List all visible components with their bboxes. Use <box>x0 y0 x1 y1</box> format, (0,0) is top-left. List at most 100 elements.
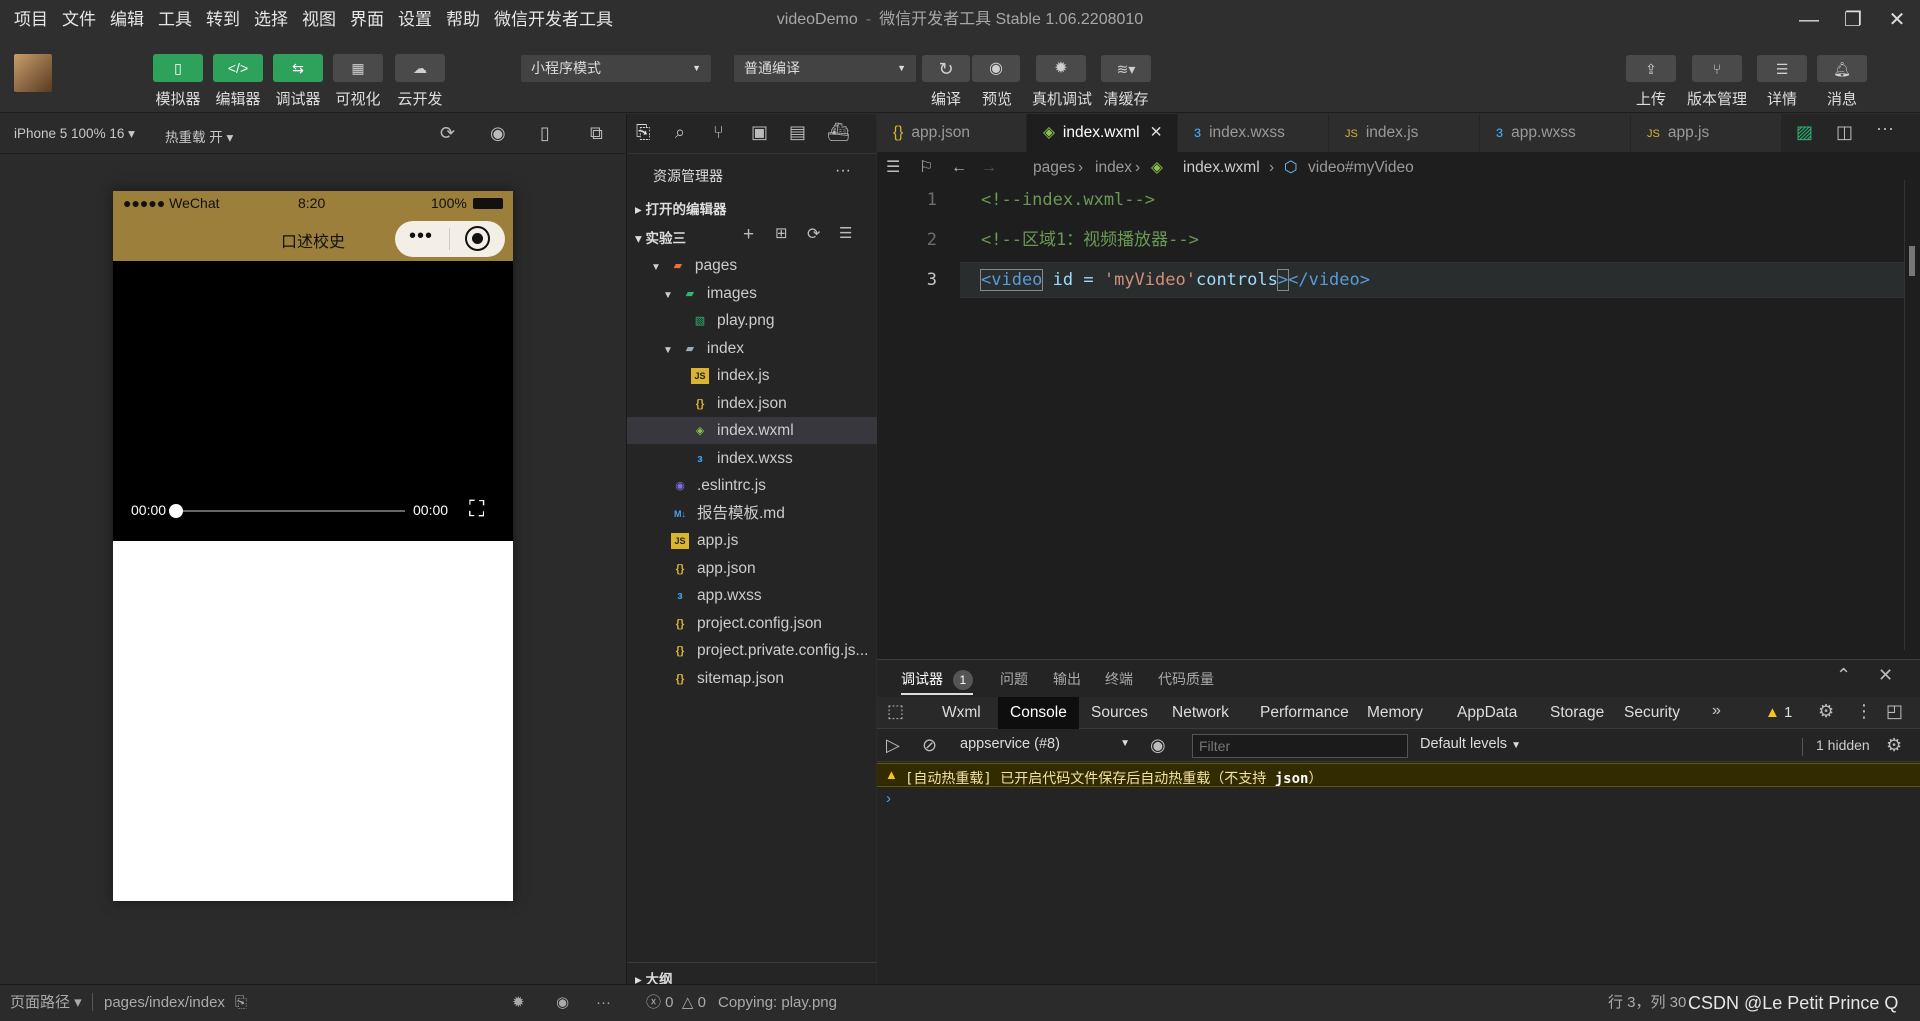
devtab-appdata[interactable]: AppData <box>1445 697 1529 729</box>
close-panel-icon[interactable]: ✕ <box>1878 665 1893 686</box>
panel-tab-code-quality[interactable]: 代码质量 <box>1158 669 1214 689</box>
devtab-console[interactable]: Console <box>998 697 1079 729</box>
devtab-memory[interactable]: Memory <box>1355 697 1435 729</box>
refresh-icon[interactable]: ⟳ <box>440 123 455 144</box>
tree-file-project-private-config[interactable]: {} project.private.config.js... <box>627 637 877 664</box>
panel-tab-output[interactable]: 输出 <box>1053 669 1081 689</box>
open-editors-section[interactable]: ▸ 打开的编辑器 <box>635 198 727 218</box>
code-line-1[interactable]: <!--index.wxml--> <box>981 180 1155 220</box>
tree-file-index-wxss[interactable]: ɜ index.wxss <box>627 445 877 472</box>
context-select[interactable]: appservice (#8) ▼ <box>960 736 1130 752</box>
back-icon[interactable]: ← <box>951 152 967 184</box>
refresh-explorer-icon[interactable]: ⟳ <box>807 224 820 244</box>
messages-button[interactable]: 🔔︎ <box>1817 55 1867 82</box>
tree-file-index-json[interactable]: {} index.json <box>627 390 877 417</box>
menu-item[interactable]: 视图 <box>302 0 336 40</box>
scrollbar-thumb[interactable] <box>1909 246 1915 276</box>
clear-cache-button[interactable]: ≋▾ <box>1101 55 1151 82</box>
mode-select[interactable]: 小程序模式 ▼ <box>521 55 711 82</box>
panel-tab-debugger[interactable]: 调试器 1 <box>901 669 973 690</box>
eye-icon[interactable]: ◉ <box>556 985 569 1021</box>
devtab-sources[interactable]: Sources <box>1079 697 1160 729</box>
tab-app-js[interactable]: JS app.js <box>1631 114 1782 152</box>
more-tabs-icon[interactable]: » <box>1712 702 1721 720</box>
tree-file-sitemap[interactable]: {} sitemap.json <box>627 665 877 692</box>
video-progress-thumb[interactable] <box>169 504 183 518</box>
sidebar-toggle-icon[interactable]: ▷ <box>886 735 900 756</box>
panel-icon[interactable]: ▤ <box>789 122 806 143</box>
panel-tab-terminal[interactable]: 终端 <box>1105 669 1133 689</box>
tree-folder-index[interactable]: ▼ ▰ index <box>627 335 877 362</box>
avatar[interactable] <box>14 54 52 92</box>
eye-icon[interactable]: ◉ <box>1150 735 1166 756</box>
tab-index-js[interactable]: JS index.js <box>1329 114 1480 152</box>
git-icon[interactable]: ⑂ <box>713 122 724 143</box>
stop-icon[interactable]: ◉ <box>490 123 506 144</box>
tree-file-app-js[interactable]: JS app.js <box>627 527 877 554</box>
new-folder-icon[interactable]: ⊞ <box>775 224 788 242</box>
menu-item[interactable]: 工具 <box>158 0 192 40</box>
compile-button[interactable]: ↻ <box>922 55 970 82</box>
debugger-button[interactable]: ⇆ <box>273 54 323 82</box>
tree-file-app-json[interactable]: {} app.json <box>627 555 877 582</box>
breadcrumb-item[interactable]: index.wxml <box>1183 152 1260 184</box>
close-window-icon[interactable]: ✕ <box>1874 0 1920 40</box>
hotreload-toggle[interactable]: 热重载 开 ▾ <box>165 126 233 146</box>
new-file-icon[interactable]: + <box>743 224 754 246</box>
inspect-icon[interactable]: ⬚ <box>887 701 904 722</box>
tree-file-app-wxss[interactable]: ɜ app.wxss <box>627 582 877 609</box>
clear-console-icon[interactable]: ⊘ <box>922 735 937 756</box>
page-path[interactable]: pages/index/index <box>104 985 225 1021</box>
cloud-button[interactable]: ☁ <box>395 54 445 82</box>
menu-item[interactable]: 设置 <box>398 0 432 40</box>
files-icon[interactable]: ⎘ <box>636 122 650 143</box>
capsule-button[interactable]: ••• <box>395 221 505 257</box>
filter-input[interactable] <box>1192 734 1408 758</box>
tree-folder-pages[interactable]: ▼ ▰ pages <box>627 252 877 279</box>
close-miniprogram-icon[interactable] <box>465 226 490 251</box>
breadcrumb-item[interactable]: video#myVideo <box>1308 152 1414 184</box>
tab-app-wxss[interactable]: ɜ app.wxss <box>1480 114 1631 152</box>
gear-icon[interactable]: ⚙ <box>1818 701 1834 722</box>
devtab-performance[interactable]: Performance <box>1248 697 1361 729</box>
panel-tab-problems[interactable]: 问题 <box>1000 669 1028 689</box>
cursor-position[interactable]: 行 3，列 30 <box>1608 985 1686 1021</box>
kebab-icon[interactable]: ⋮ <box>1855 701 1873 722</box>
project-section[interactable]: ▾ 实验三 <box>635 227 686 247</box>
more-icon[interactable]: ••• <box>409 225 433 248</box>
tree-file-play-png[interactable]: ▧ play.png <box>627 307 877 334</box>
close-tab-icon[interactable]: ✕ <box>1150 124 1163 141</box>
version-button[interactable]: ⑂ <box>1692 55 1742 82</box>
details-button[interactable]: ☰ <box>1757 55 1807 82</box>
chevron-up-icon[interactable]: ⌃ <box>1836 665 1851 686</box>
preview-button[interactable]: ◉ <box>972 55 1020 82</box>
menu-item[interactable]: 界面 <box>350 0 384 40</box>
console-prompt-icon[interactable]: › <box>886 790 891 807</box>
visual-button[interactable]: ▦ <box>333 54 383 82</box>
menu-item[interactable]: 微信开发者工具 <box>494 0 613 40</box>
extensions-icon[interactable]: ▣ <box>751 122 768 143</box>
collapse-icon[interactable]: ☰ <box>839 224 852 242</box>
tree-file-report-md[interactable]: M↓ 报告模板.md <box>627 500 877 527</box>
error-status[interactable]: ⓧ 0 △ 0 <box>646 985 706 1021</box>
remote-debug-button[interactable]: ✹ <box>1036 55 1086 82</box>
copy-icon[interactable]: ⎘ <box>235 985 247 1021</box>
minimize-icon[interactable]: — <box>1786 0 1832 40</box>
split-editor-icon[interactable]: ◫ <box>1836 122 1853 143</box>
page-path-select[interactable]: 页面路径 ▾ <box>10 985 82 1021</box>
more-icon[interactable]: ··· <box>835 162 851 180</box>
devtab-storage[interactable]: Storage <box>1538 697 1616 729</box>
tree-file-index-js[interactable]: JS index.js <box>627 362 877 389</box>
phone-icon[interactable]: ▯ <box>540 123 550 144</box>
devtab-network[interactable]: Network <box>1160 697 1241 729</box>
tree-folder-images[interactable]: ▼ ▰ images <box>627 280 877 307</box>
preview-file-icon[interactable]: ▨ <box>1796 122 1813 143</box>
compile-select[interactable]: 普通编译 ▼ <box>734 55 916 82</box>
fullscreen-icon[interactable]: ⛶ <box>469 496 484 522</box>
devtab-wxml[interactable]: Wxml <box>930 697 993 729</box>
menu-item[interactable]: 文件 <box>62 0 96 40</box>
menu-item[interactable]: 编辑 <box>110 0 144 40</box>
tab-app-json[interactable]: {} app.json <box>877 114 1027 152</box>
upload-button[interactable]: ⇪ <box>1626 55 1676 82</box>
search-icon[interactable]: ⌕ <box>675 122 685 143</box>
